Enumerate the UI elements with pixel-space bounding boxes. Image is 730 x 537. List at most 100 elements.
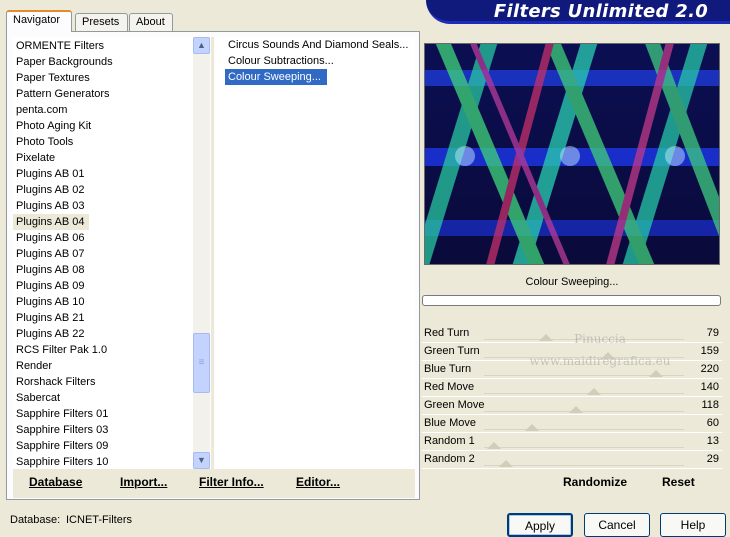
slider-track[interactable]: [484, 339, 684, 340]
category-item[interactable]: Paper Backgrounds: [13, 54, 193, 70]
category-item[interactable]: Plugins AB 04: [13, 214, 89, 230]
progress-bar: [422, 295, 721, 306]
tab-navigator[interactable]: Navigator: [6, 10, 72, 32]
slider-value: 29: [706, 453, 719, 465]
category-item[interactable]: Plugins AB 03: [13, 198, 193, 214]
scroll-thumb[interactable]: ≡: [193, 333, 210, 393]
category-item[interactable]: Plugins AB 09: [13, 278, 193, 294]
slider-row[interactable]: Random 2 29: [422, 451, 722, 469]
preview-filter-name: Colour Sweeping...: [525, 276, 619, 288]
help-button[interactable]: Help: [660, 513, 726, 537]
database-button[interactable]: Database: [29, 475, 82, 489]
slider-label: Red Move: [424, 381, 475, 393]
tab-presets[interactable]: Presets: [75, 13, 128, 32]
category-item[interactable]: Sabercat: [13, 390, 193, 406]
filter-preview-image: [424, 43, 720, 265]
slider-track[interactable]: [484, 465, 684, 466]
slider-value: 159: [700, 345, 719, 357]
category-item[interactable]: Pixelate: [13, 150, 193, 166]
category-item[interactable]: Paper Textures: [13, 70, 193, 86]
category-item[interactable]: RCS Filter Pak 1.0: [13, 342, 193, 358]
cancel-button[interactable]: Cancel: [584, 513, 650, 537]
apply-button[interactable]: Apply: [507, 513, 573, 537]
app-title: Filters Unlimited 2.0: [493, 1, 709, 22]
slider-knob[interactable]: [587, 388, 601, 395]
preview-sweep-pattern: [425, 44, 719, 264]
category-item[interactable]: Pattern Generators: [13, 86, 193, 102]
category-list[interactable]: ORMENTE Filters Paper Backgrounds Paper Te…: [13, 37, 193, 469]
randomize-button[interactable]: Randomize: [563, 475, 627, 489]
preset-button-bar: Randomize Reset: [422, 469, 722, 498]
filter-list[interactable]: Circus Sounds And Diamond Seals... Colour…: [215, 37, 415, 469]
category-item[interactable]: Plugins AB 22: [13, 326, 193, 342]
slider-track[interactable]: [484, 357, 684, 358]
slider-row[interactable]: Blue Turn 220: [422, 361, 722, 379]
slider-knob[interactable]: [601, 352, 615, 359]
slider-knob[interactable]: [525, 424, 539, 431]
editor-button[interactable]: Editor...: [296, 475, 340, 489]
category-item[interactable]: Plugins AB 10: [13, 294, 193, 310]
category-item[interactable]: Plugins AB 01: [13, 166, 193, 182]
category-item[interactable]: Photo Tools: [13, 134, 193, 150]
slider-track[interactable]: [484, 411, 684, 412]
category-item[interactable]: Plugins AB 21: [13, 310, 193, 326]
slider-label: Red Turn: [424, 327, 470, 339]
category-item[interactable]: Sapphire Filters 10: [13, 454, 193, 469]
slider-row[interactable]: Blue Move 60: [422, 415, 722, 433]
slider-knob[interactable]: [499, 460, 513, 467]
slider-track[interactable]: [484, 447, 684, 448]
slider-track[interactable]: [484, 393, 684, 394]
filter-info-button[interactable]: Filter Info...: [199, 475, 264, 489]
category-item[interactable]: Rorshack Filters: [13, 374, 193, 390]
slider-label: Random 2: [424, 453, 475, 465]
category-item[interactable]: ORMENTE Filters: [13, 38, 193, 54]
slider-value: 60: [706, 417, 719, 429]
slider-row[interactable]: Red Move 140: [422, 379, 722, 397]
category-item[interactable]: Photo Aging Kit: [13, 118, 193, 134]
import-button[interactable]: Import...: [120, 475, 167, 489]
category-item[interactable]: Plugins AB 06: [13, 230, 193, 246]
category-item[interactable]: Sapphire Filters 09: [13, 438, 193, 454]
slider-row[interactable]: Red Turn 79: [422, 325, 722, 343]
filter-item[interactable]: Circus Sounds And Diamond Seals...: [225, 37, 415, 53]
database-info: Database: ICNET-Filters: [10, 514, 132, 527]
slider-knob[interactable]: [539, 334, 553, 341]
navigator-button-bar: Database Import... Filter Info... Editor…: [13, 469, 415, 498]
slider-row[interactable]: Green Turn 159: [422, 343, 722, 361]
scroll-down-button[interactable]: ▼: [193, 452, 210, 469]
slider-label: Green Turn: [424, 345, 480, 357]
slider-knob[interactable]: [649, 370, 663, 377]
category-item[interactable]: penta.com: [13, 102, 193, 118]
slider-value: 13: [706, 435, 719, 447]
list-divider: [211, 37, 214, 469]
slider-row[interactable]: Random 1 13: [422, 433, 722, 451]
category-item[interactable]: Render: [13, 358, 193, 374]
slider-value: 79: [706, 327, 719, 339]
category-item[interactable]: Plugins AB 02: [13, 182, 193, 198]
slider-label: Random 1: [424, 435, 475, 447]
title-banner: Filters Unlimited 2.0: [426, 0, 730, 24]
slider-list: Red Turn 79 Green Turn 159 Blue Turn 220 Red M…: [422, 325, 722, 469]
slider-value: 220: [700, 363, 719, 375]
tab-about[interactable]: About: [129, 13, 173, 32]
category-item[interactable]: Plugins AB 08: [13, 262, 193, 278]
filter-item[interactable]: Colour Subtractions...: [225, 53, 415, 69]
scroll-up-button[interactable]: ▲: [193, 37, 210, 54]
category-scrollbar[interactable]: ▲ ≡ ▼: [193, 37, 210, 469]
slider-label: Green Move: [424, 399, 485, 411]
category-item[interactable]: Sapphire Filters 01: [13, 406, 193, 422]
reset-button[interactable]: Reset: [662, 475, 695, 489]
slider-knob[interactable]: [569, 406, 583, 413]
category-item[interactable]: Sapphire Filters 03: [13, 422, 193, 438]
category-item[interactable]: Plugins AB 07: [13, 246, 193, 262]
slider-track[interactable]: [484, 429, 684, 430]
filter-item[interactable]: Colour Sweeping...: [225, 69, 327, 85]
slider-knob[interactable]: [487, 442, 501, 449]
slider-row[interactable]: Green Move 118: [422, 397, 722, 415]
slider-label: Blue Move: [424, 417, 476, 429]
slider-value: 140: [700, 381, 719, 393]
database-label: Database:: [10, 514, 61, 526]
slider-value: 118: [701, 399, 719, 411]
slider-label: Blue Turn: [424, 363, 472, 375]
database-value: ICNET-Filters: [66, 514, 132, 526]
